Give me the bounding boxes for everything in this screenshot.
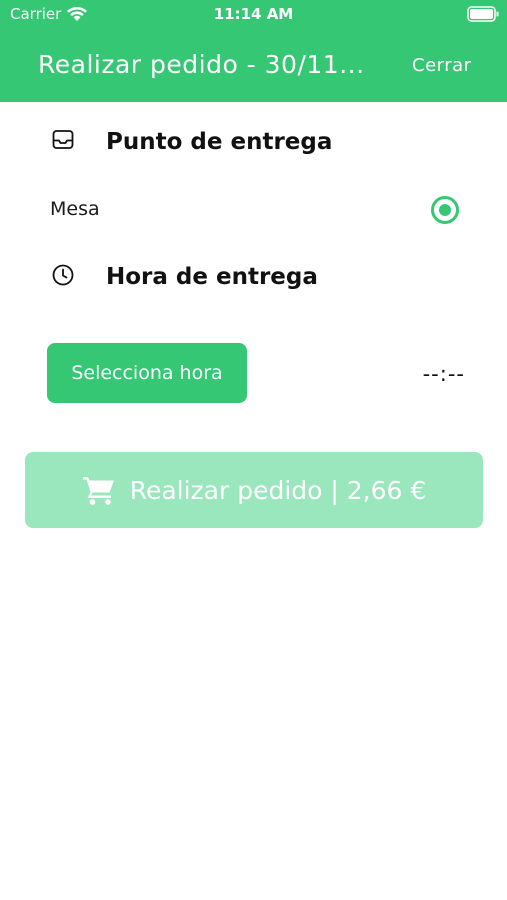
delivery-point-title: Punto de entrega xyxy=(106,129,333,155)
page-title: Realizar pedido - 30/11... xyxy=(38,50,365,79)
select-time-button[interactable]: Selecciona hora xyxy=(47,343,247,403)
delivery-option-radio[interactable] xyxy=(431,196,459,224)
place-order-button[interactable]: Realizar pedido | 2,66 € xyxy=(25,452,483,528)
place-order-label: Realizar pedido | 2,66 € xyxy=(129,475,427,505)
delivery-option-label: Mesa xyxy=(50,198,100,220)
inbox-icon xyxy=(52,130,74,149)
selected-time-value: --:-- xyxy=(422,362,465,386)
status-bar: Carrier 11:14 AM xyxy=(0,0,507,30)
close-button[interactable]: Cerrar xyxy=(412,55,472,76)
select-time-label: Selecciona hora xyxy=(71,362,223,384)
status-time: 11:14 AM xyxy=(213,5,294,23)
clock-icon xyxy=(52,264,74,286)
delivery-time-title: Hora de entrega xyxy=(106,264,318,290)
app-header: Carrier 11:14 AM Realizar pedido - 30/11… xyxy=(0,0,507,102)
radio-selected-dot xyxy=(439,204,451,216)
battery-icon xyxy=(467,6,499,22)
cart-icon xyxy=(82,477,114,505)
screen: Carrier 11:14 AM Realizar pedido - 30/11… xyxy=(0,0,507,900)
